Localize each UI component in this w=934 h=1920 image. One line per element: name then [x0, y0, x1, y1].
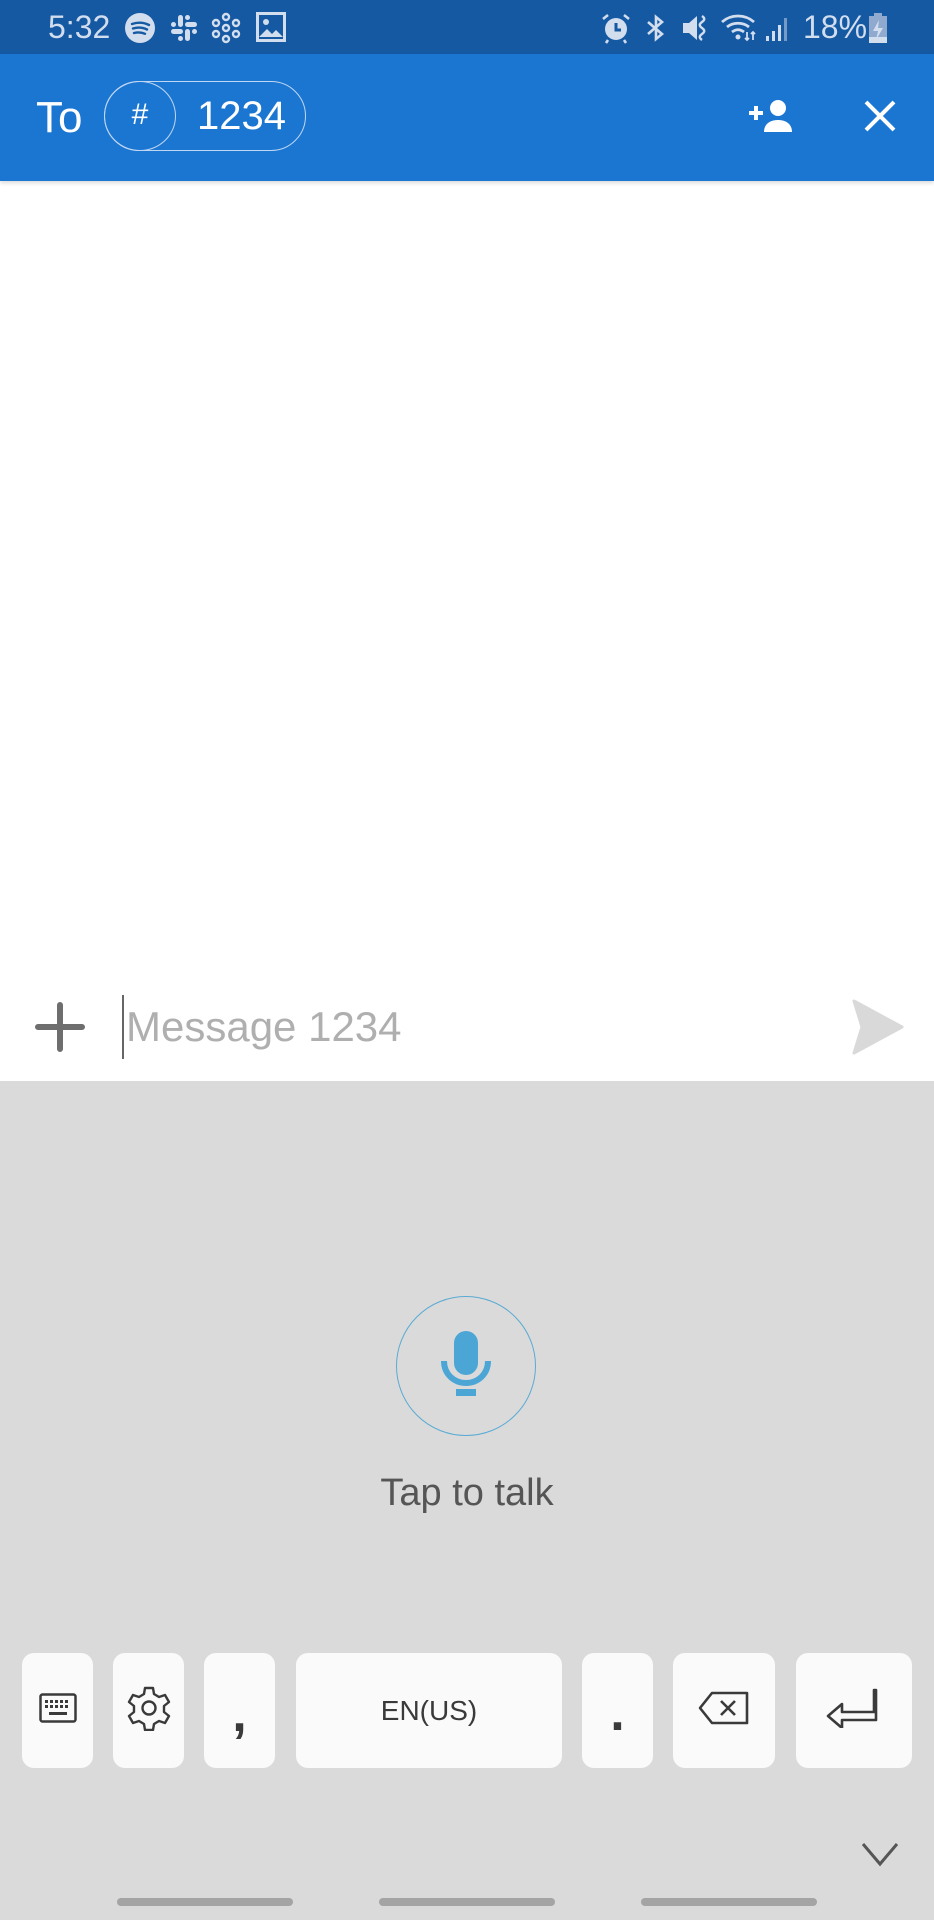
- microphone-icon: [440, 1330, 492, 1402]
- close-button[interactable]: [852, 90, 908, 146]
- conversation-area: [0, 181, 934, 975]
- nav-bar-pill-right[interactable]: [641, 1898, 817, 1906]
- bluetooth-icon: [640, 12, 672, 44]
- send-icon: [848, 999, 908, 1061]
- period-key[interactable]: .: [582, 1653, 653, 1768]
- message-input[interactable]: [122, 995, 826, 1059]
- gallery-icon: [256, 12, 288, 44]
- mute-icon: [680, 12, 712, 44]
- nav-bar-pill-left[interactable]: [117, 1898, 293, 1906]
- battery-charging-icon: [868, 12, 900, 44]
- wifi-icon: [720, 12, 756, 44]
- enter-key[interactable]: [796, 1653, 912, 1768]
- language-key-label: EN(US): [380, 1694, 478, 1726]
- hub-icon: [210, 12, 242, 44]
- recipient-number: 1234: [197, 94, 286, 138]
- comma-key[interactable]: ,: [204, 1653, 275, 1768]
- recipient-chip[interactable]: # 1234: [104, 81, 306, 151]
- to-label: To: [36, 93, 83, 142]
- number-hash-icon: #: [104, 81, 176, 151]
- collapse-keyboard-button[interactable]: [860, 1841, 906, 1881]
- compose-bar: [0, 975, 934, 1081]
- status-bar: 5:32 18%: [0, 0, 934, 54]
- keyboard-icon: [38, 1693, 77, 1728]
- enter-icon: [826, 1688, 882, 1733]
- attach-button[interactable]: [30, 997, 90, 1057]
- battery-percent: 18%: [803, 9, 868, 45]
- voice-keyboard: Tap to talk , EN(US) .: [0, 1081, 934, 1920]
- tap-to-talk-label: Tap to talk: [380, 1472, 554, 1514]
- slack-icon: [168, 12, 200, 44]
- person-add-icon: [747, 99, 793, 138]
- backspace-icon: [698, 1691, 750, 1730]
- mic-button[interactable]: [396, 1296, 536, 1436]
- nav-bar-pill-center[interactable]: [379, 1898, 555, 1906]
- language-key[interactable]: EN(US): [296, 1653, 562, 1768]
- alarm-icon: [600, 12, 632, 44]
- add-contact-button[interactable]: [742, 90, 798, 146]
- keyboard-switch-key[interactable]: [22, 1653, 93, 1768]
- period-key-label: .: [610, 1683, 625, 1742]
- status-time: 5:32: [48, 9, 111, 45]
- plus-icon: [30, 1002, 90, 1061]
- close-icon: [862, 98, 898, 139]
- recipient-header: To # 1234: [0, 54, 934, 181]
- send-button[interactable]: [848, 997, 908, 1057]
- spotify-icon: [124, 12, 156, 44]
- gear-icon: [126, 1685, 172, 1736]
- settings-key[interactable]: [113, 1653, 184, 1768]
- backspace-key[interactable]: [673, 1653, 775, 1768]
- comma-key-label: ,: [232, 1684, 247, 1743]
- signal-icon: [764, 12, 796, 44]
- chevron-down-icon: [860, 1843, 900, 1871]
